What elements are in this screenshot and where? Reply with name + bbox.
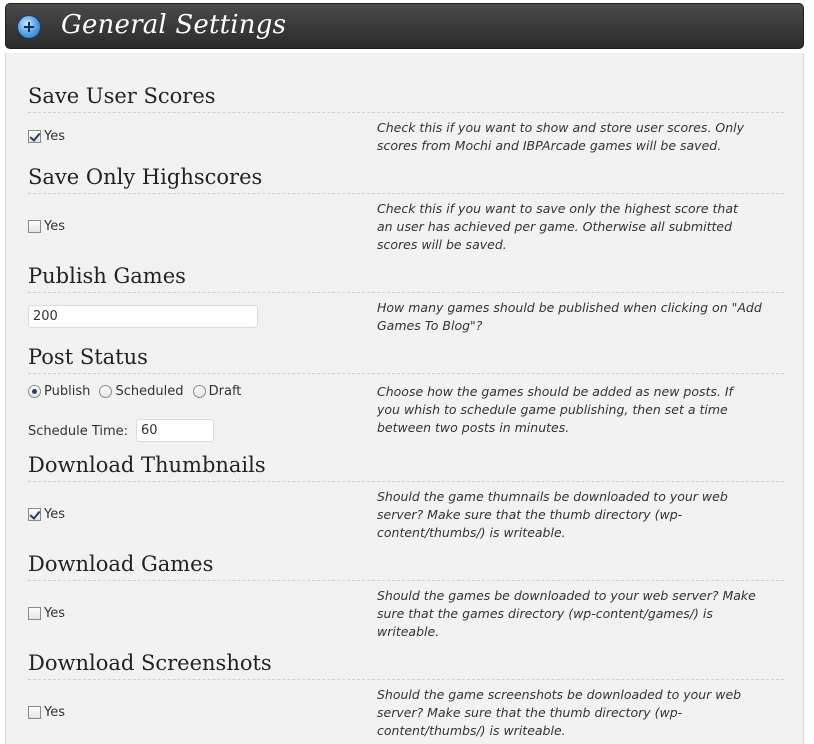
desc-line: an user has achieved per game. Otherwise… (377, 219, 733, 234)
section-save-user-scores: Save User Scores Yes Check this if you w… (28, 79, 784, 153)
section-description: How many games should be published when … (377, 299, 787, 335)
download-thumbnails-checkbox[interactable] (28, 508, 41, 521)
desc-line: writeable. (377, 624, 440, 639)
desc-line: Check this if you want to show and store… (377, 120, 745, 135)
radio-label-publish: Publish (44, 384, 91, 399)
desc-line: Should the game screenshots be downloade… (377, 687, 742, 702)
checkbox-label: Yes (44, 219, 65, 234)
desc-line: Games To Blog"? (377, 318, 483, 333)
section-description: Check this if you want to show and store… (377, 119, 787, 155)
radio-publish[interactable] (28, 385, 41, 398)
section-download-games: Download Games Yes Should the games be d… (28, 547, 784, 639)
desc-line: you whish to schedule game publishing, t… (377, 402, 728, 417)
section-post-status: Post Status Publish Scheduled Draft Sche… (28, 340, 784, 442)
section-title: Publish Games (28, 259, 784, 293)
desc-line: Should the game thumnails be downloaded … (377, 489, 728, 504)
desc-line: server? Make sure that the thumb directo… (377, 705, 683, 720)
desc-line: Check this if you want to save only the … (377, 201, 738, 216)
section-title: Download Screenshots (28, 646, 784, 680)
section-title: Post Status (28, 340, 784, 374)
schedule-time-input[interactable] (136, 419, 214, 442)
download-screenshots-checkbox[interactable] (28, 706, 41, 719)
section-description: Choose how the games should be added as … (377, 383, 787, 437)
publish-games-input[interactable] (28, 305, 258, 328)
radio-label-scheduled: Scheduled (115, 384, 184, 399)
download-games-checkbox[interactable] (28, 607, 41, 620)
desc-line: Should the games be downloaded to your w… (377, 588, 756, 603)
radio-scheduled[interactable] (99, 385, 113, 398)
save-only-highscores-checkbox[interactable] (28, 220, 41, 233)
desc-line: scores will be saved. (377, 237, 507, 252)
settings-panel: Save User Scores Yes Check this if you w… (5, 53, 804, 744)
section-title: Save Only Highscores (28, 160, 784, 194)
section-title: Save User Scores (28, 79, 784, 113)
desc-line: content/thumbs/) is writeable. (377, 525, 566, 540)
desc-line: between two posts in minutes. (377, 420, 570, 435)
section-publish-games: Publish Games How many games should be p… (28, 259, 784, 333)
checkbox-label: Yes (44, 705, 65, 720)
schedule-time-label: Schedule Time: (28, 424, 129, 439)
checkbox-label: Yes (44, 606, 65, 621)
section-download-screenshots: Download Screenshots Yes Should the game… (28, 646, 784, 738)
section-title: Download Thumbnails (28, 448, 784, 482)
section-description: Should the game screenshots be downloade… (377, 686, 787, 740)
checkbox-label: Yes (44, 507, 65, 522)
desc-line: sure that the games directory (wp-conten… (377, 606, 713, 621)
desc-line: Choose how the games should be added as … (377, 384, 733, 399)
section-description: Check this if you want to save only the … (377, 200, 787, 254)
desc-line: How many games should be published when … (377, 300, 762, 315)
settings-header[interactable]: General Settings (5, 3, 804, 49)
page-title: General Settings (61, 10, 287, 40)
desc-line: content/thumbs/) is writeable. (377, 723, 566, 738)
section-download-thumbnails: Download Thumbnails Yes Should the game … (28, 448, 784, 540)
section-description: Should the games be downloaded to your w… (377, 587, 787, 641)
checkbox-label: Yes (44, 129, 65, 144)
save-user-scores-checkbox[interactable] (28, 130, 41, 143)
desc-line: scores from Mochi and IBPArcade games wi… (377, 138, 722, 153)
plus-circle-icon[interactable] (17, 15, 41, 39)
section-save-only-highscores: Save Only Highscores Yes Check this if y… (28, 160, 784, 252)
section-description: Should the game thumnails be downloaded … (377, 488, 787, 542)
radio-label-draft: Draft (208, 384, 242, 399)
desc-line: server? Make sure that the thumb directo… (377, 507, 683, 522)
section-title: Download Games (28, 547, 784, 581)
post-status-radio-group: Publish Scheduled Draft (28, 384, 246, 399)
radio-draft[interactable] (192, 385, 206, 398)
